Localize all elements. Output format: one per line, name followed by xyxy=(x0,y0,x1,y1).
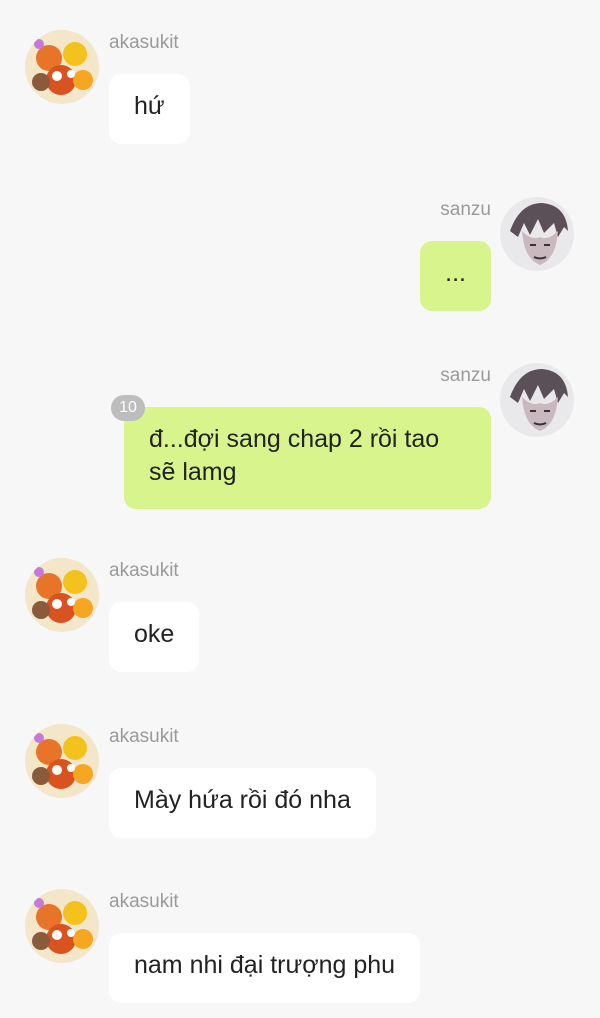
akasukit-avatar-icon[interactable] xyxy=(25,724,99,798)
sender-name: akasukit xyxy=(109,891,179,912)
sanzu-avatar-icon[interactable] xyxy=(500,197,574,271)
sanzu-avatar-icon[interactable] xyxy=(500,363,574,437)
sender-name: sanzu xyxy=(440,199,491,220)
akasukit-avatar-icon[interactable] xyxy=(25,889,99,963)
message-bubble[interactable]: nam nhi đại trượng phu xyxy=(109,933,421,1003)
message-bubble[interactable]: hứ xyxy=(109,74,190,144)
sender-name: akasukit xyxy=(109,560,179,581)
message-bubble[interactable]: oke xyxy=(109,602,200,672)
akasukit-avatar-icon[interactable] xyxy=(25,558,99,632)
sender-name: sanzu xyxy=(440,365,491,386)
akasukit-avatar-icon[interactable] xyxy=(25,30,99,104)
message-bubble[interactable]: ... xyxy=(420,241,491,311)
message-count-badge: 10 xyxy=(111,395,145,421)
sender-name: akasukit xyxy=(109,726,179,747)
message-bubble[interactable]: đ...đợi sang chap 2 rồi tao sẽ lamg xyxy=(124,407,491,509)
sender-name: akasukit xyxy=(109,32,179,53)
message-bubble[interactable]: Mày hứa rồi đó nha xyxy=(109,768,376,838)
